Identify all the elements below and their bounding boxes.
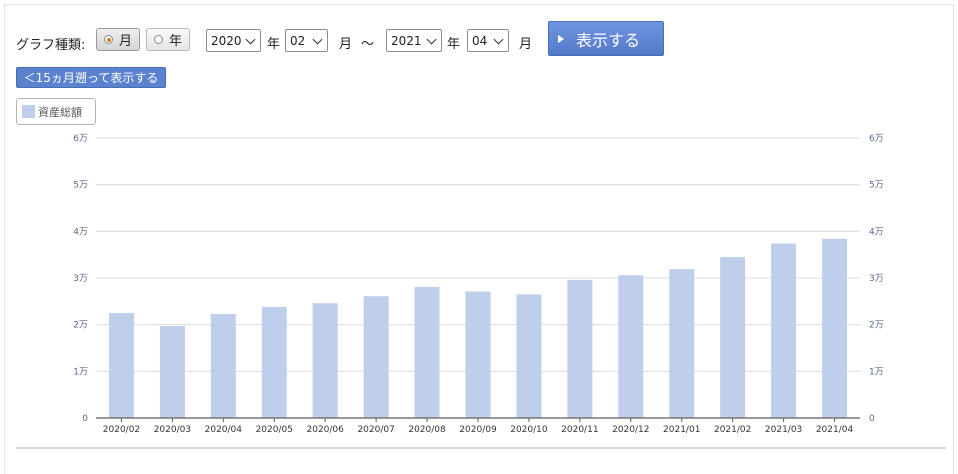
- y-tick-label-right: 4万: [869, 227, 884, 237]
- y-tick-label-left: 4万: [73, 227, 88, 237]
- x-tick-label: 2021/03: [765, 425, 802, 435]
- bar: [516, 294, 542, 418]
- bar: [261, 306, 287, 418]
- divider: [16, 447, 946, 449]
- y-tick-label-right: 3万: [869, 274, 884, 284]
- bar: [465, 291, 491, 418]
- bar: [567, 279, 593, 418]
- x-tick-label: 2021/02: [714, 425, 751, 435]
- x-tick-label: 2020/05: [256, 425, 293, 435]
- y-tick-label-left: 6万: [73, 134, 88, 144]
- bar: [669, 269, 695, 418]
- y-tick-label-left: 0: [82, 414, 88, 424]
- bar: [312, 303, 338, 418]
- y-tick-label-right: 0: [869, 414, 875, 424]
- y-tick-label-right: 5万: [869, 181, 884, 191]
- bar: [159, 326, 185, 418]
- y-tick-label-right: 1万: [869, 367, 884, 377]
- y-tick-label-right: 6万: [869, 134, 884, 144]
- bar-chart: 0 0 1万 1万 2万 2万 3万 3万 4万 4万 5万 5万 6万 6万 2020/02 2020/03…: [73, 134, 884, 435]
- y-tick-label-left: 3万: [73, 274, 88, 284]
- x-tick-label: 2020/11: [561, 425, 598, 435]
- bar: [108, 313, 134, 418]
- y-tick-label-left: 1万: [73, 367, 88, 377]
- x-tick-label: 2020/02: [103, 425, 140, 435]
- x-tick-label: 2021/01: [663, 425, 700, 435]
- y-tick-label-left: 5万: [73, 181, 88, 191]
- x-tick-label: 2020/07: [357, 425, 394, 435]
- x-tick-label: 2020/08: [408, 425, 446, 435]
- bar: [771, 243, 797, 418]
- y-tick-label-right: 2万: [869, 321, 884, 331]
- x-tick-label: 2020/04: [205, 425, 243, 435]
- x-tick-label: 2020/03: [154, 425, 191, 435]
- bar: [414, 286, 440, 418]
- x-tick-label: 2020/06: [307, 425, 345, 435]
- x-tick-label: 2020/10: [510, 425, 548, 435]
- x-tick-label: 2020/09: [459, 425, 497, 435]
- x-tick-label: 2021/04: [816, 425, 854, 435]
- bar: [618, 275, 644, 418]
- bar: [210, 313, 236, 418]
- x-tick-label: 2020/12: [612, 425, 649, 435]
- bar: [822, 238, 848, 418]
- bar: [720, 257, 746, 418]
- bar: [363, 296, 389, 418]
- y-tick-label-left: 2万: [73, 321, 88, 331]
